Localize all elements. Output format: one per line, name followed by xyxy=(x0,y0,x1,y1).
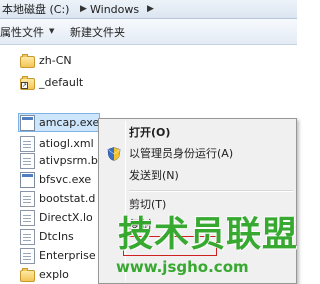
chevron-right-icon[interactable]: ▶ xyxy=(147,2,154,17)
menu-separator xyxy=(129,190,293,192)
menu-item-send-to[interactable]: 发送到(N) xyxy=(101,166,294,186)
folder-icon xyxy=(20,54,35,68)
file-name: _default xyxy=(39,76,84,89)
address-bar[interactable]: 本地磁盘 (C:) ▶ Windows ▶ xyxy=(0,0,297,19)
menu-item-label: 以管理员身份运行(A) xyxy=(129,147,234,160)
file-name: atiogl.xml xyxy=(39,137,94,150)
new-folder-button[interactable]: 新建文件夹 xyxy=(70,25,125,40)
file-name: amcap.exe xyxy=(39,116,100,129)
breadcrumb-windows[interactable]: Windows xyxy=(90,2,139,17)
document-icon xyxy=(20,229,35,245)
application-icon xyxy=(20,268,35,282)
application-icon xyxy=(20,172,35,188)
command-bar: 属性文件 ▼ 新建文件夹 xyxy=(0,19,297,45)
file-name: zh-CN xyxy=(39,54,72,67)
menu-item-open[interactable]: 打开(O) xyxy=(101,123,294,143)
document-icon xyxy=(20,248,35,264)
file-name: bootstat.d xyxy=(39,192,96,205)
list-item-selected[interactable]: amcap.exe xyxy=(18,113,100,132)
menu-item-label: 发送到(N) xyxy=(129,169,179,182)
chevron-down-icon[interactable]: ▼ xyxy=(49,27,54,35)
shortcut-icon: ↗ xyxy=(20,76,35,90)
application-icon xyxy=(20,115,35,131)
document-icon xyxy=(20,210,35,226)
menu-item-run-as-admin[interactable]: 以管理员身份运行(A) xyxy=(101,144,294,164)
document-icon xyxy=(20,153,35,169)
file-name: ativpsrm.b xyxy=(39,154,98,167)
organize-button[interactable]: 属性文件 xyxy=(0,25,44,40)
watermark-logo: 技术员联盟 xyxy=(118,215,299,255)
document-icon xyxy=(20,191,35,207)
file-name: Enterprise xyxy=(39,249,96,262)
file-name: DirectX.lo xyxy=(39,211,93,224)
watermark-url: www.jsgho.com xyxy=(116,258,249,276)
file-name: explo xyxy=(39,268,69,281)
document-icon xyxy=(20,136,35,152)
file-name: bfsvc.exe xyxy=(39,173,92,186)
breadcrumb-drive[interactable]: 本地磁盘 (C:) xyxy=(2,2,69,17)
chevron-right-icon[interactable]: ▶ xyxy=(80,2,87,17)
file-name: DtcIns xyxy=(39,230,74,243)
menu-item-label: 打开(O) xyxy=(129,126,171,139)
uac-shield-icon xyxy=(107,147,121,161)
